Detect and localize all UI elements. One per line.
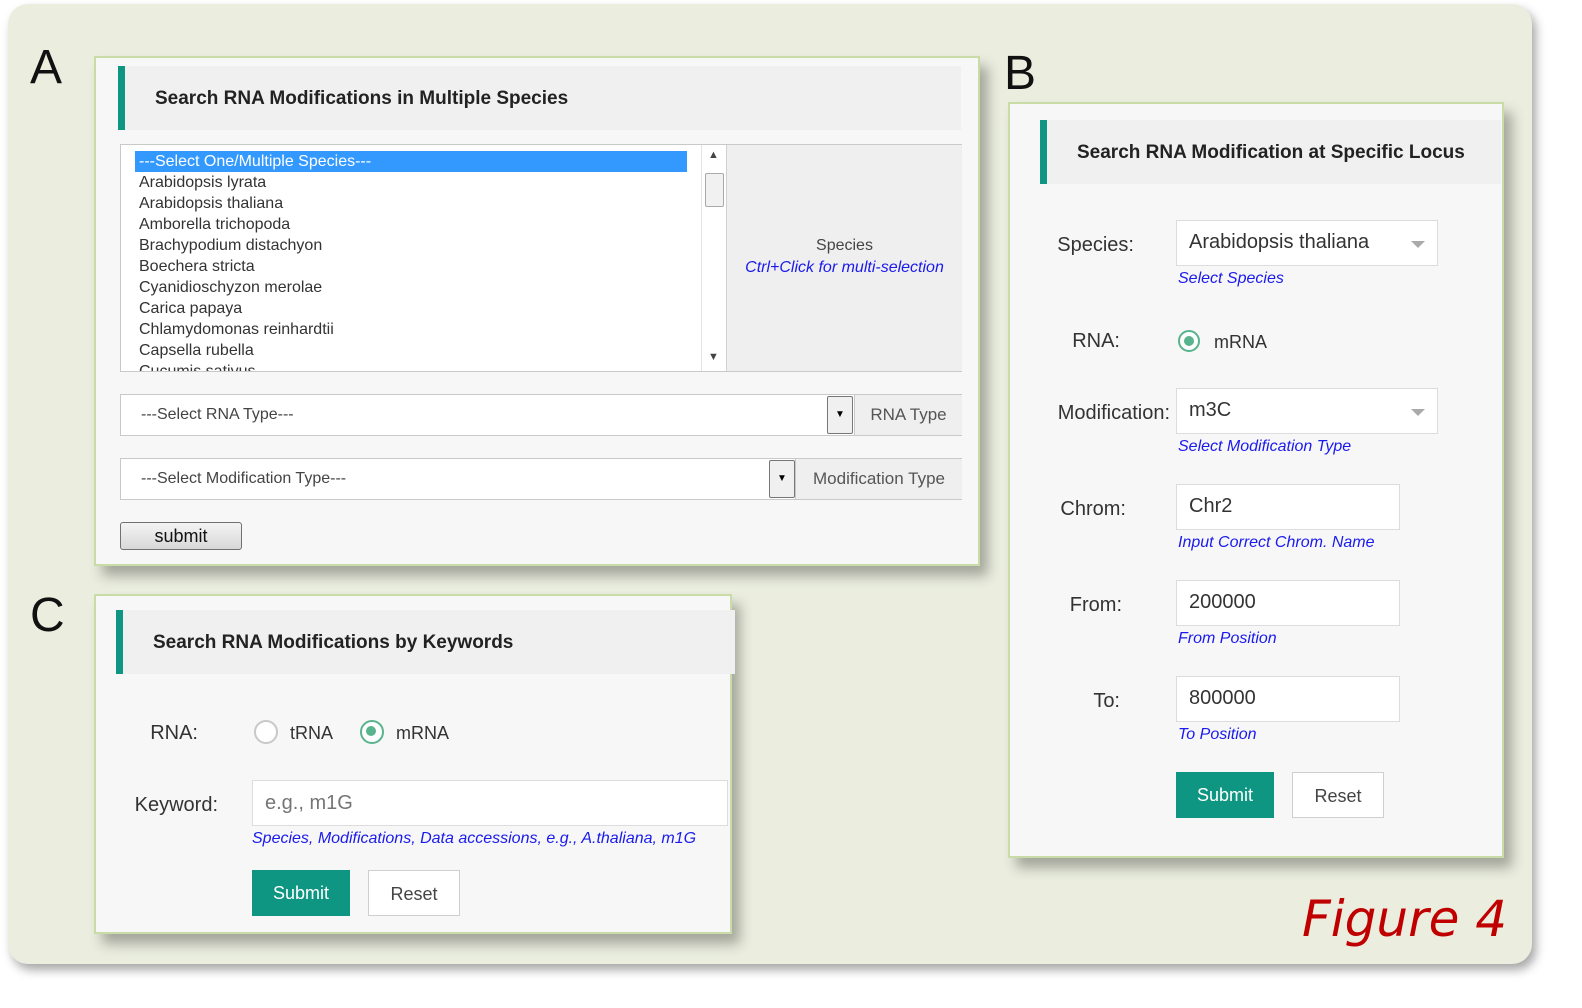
chevron-down-icon[interactable] [1411, 241, 1425, 248]
panel-a-title: Search RNA Modifications in Multiple Spe… [155, 88, 569, 109]
scroll-down-arrow-icon[interactable]: ▼ [708, 351, 719, 363]
to-input[interactable]: 800000 [1176, 676, 1400, 722]
keyword-hint: Species, Modifications, Data accessions,… [252, 830, 697, 847]
panel-c-keyword-search: Search RNA Modifications by Keywords RNA… [94, 594, 735, 934]
panel-letter-a: A [30, 41, 63, 94]
rna-label: RNA: [1072, 330, 1120, 352]
mrna-radio-label: mRNA [1214, 332, 1267, 352]
reset-button[interactable]: Reset [368, 870, 460, 916]
rna-type-value: ---Select RNA Type--- [141, 406, 294, 423]
species-select[interactable]: Arabidopsis thaliana [1176, 220, 1438, 266]
species-addon: Species Ctrl+Click for multi-selection [726, 145, 962, 371]
scroll-up-arrow-icon[interactable]: ▲ [708, 149, 719, 161]
species-option[interactable]: Arabidopsis thaliana [121, 193, 701, 214]
modification-type-addon: Modification Type [795, 459, 962, 499]
species-addon-label: Species [816, 237, 873, 254]
to-hint: To Position [1178, 726, 1257, 743]
modification-type-select[interactable]: ---Select Modification Type--- ▼ Modific… [120, 458, 962, 500]
species-option[interactable]: Amborella trichopoda [121, 214, 701, 235]
modification-select-value: m3C [1189, 399, 1232, 421]
keyword-label: Keyword: [134, 794, 218, 816]
from-label: From: [1069, 594, 1122, 616]
figure-label: Figure 4 [1302, 890, 1508, 948]
submit-button[interactable]: Submit [252, 870, 350, 916]
species-label: Species: [1057, 234, 1134, 256]
submit-button[interactable]: submit [120, 522, 242, 550]
rna-type-select[interactable]: ---Select RNA Type--- ▼ RNA Type [120, 394, 962, 436]
species-option-list[interactable]: ---Select One/Multiple Species--- Arabid… [121, 145, 701, 371]
modification-label: Modification: [1057, 402, 1170, 424]
panel-b-locus-search: Search RNA Modification at Specific Locu… [1008, 102, 1504, 858]
to-label: To: [1093, 690, 1120, 712]
panel-c-header: Search RNA Modifications by Keywords [116, 610, 735, 674]
panel-b-title: Search RNA Modification at Specific Locu… [1077, 142, 1465, 163]
chrom-hint: Input Correct Chrom. Name [1178, 534, 1375, 551]
panel-a-multi-species-search: Search RNA Modifications in Multiple Spe… [94, 56, 980, 566]
panel-letter-b: B [1004, 47, 1037, 100]
chrom-input[interactable]: Chr2 [1176, 484, 1400, 530]
submit-button[interactable]: Submit [1176, 772, 1274, 818]
species-multiselect[interactable]: ---Select One/Multiple Species--- Arabid… [120, 144, 962, 372]
from-input[interactable]: 200000 [1176, 580, 1400, 626]
modification-type-dropdown-icon[interactable]: ▼ [769, 460, 795, 498]
figure-canvas: A B C Search RNA Modifications in Multip… [8, 4, 1532, 964]
reset-button[interactable]: Reset [1292, 772, 1384, 818]
species-option[interactable]: Carica papaya [121, 298, 701, 319]
species-scrollbar[interactable]: ▲ ▼ [701, 145, 726, 371]
mrna-radio-label: mRNA [396, 723, 449, 743]
species-option-selected[interactable]: ---Select One/Multiple Species--- [135, 151, 687, 172]
species-option[interactable]: Arabidopsis lyrata [121, 172, 701, 193]
keyword-input[interactable] [252, 780, 728, 826]
modification-select[interactable]: m3C [1176, 388, 1438, 434]
species-option[interactable]: Cucumis sativus [121, 361, 701, 371]
chevron-down-icon[interactable] [1411, 409, 1425, 416]
species-option[interactable]: Chlamydomonas reinhardtii [121, 319, 701, 340]
modification-hint: Select Modification Type [1178, 438, 1352, 455]
panel-a-header: Search RNA Modifications in Multiple Spe… [118, 66, 961, 130]
species-option[interactable]: Brachypodium distachyon [121, 235, 701, 256]
rna-type-dropdown-icon[interactable]: ▼ [827, 396, 853, 434]
species-hint: Select Species [1178, 270, 1284, 287]
trna-radio[interactable] [254, 720, 278, 744]
chrom-label: Chrom: [1060, 498, 1126, 520]
trna-radio-label: tRNA [290, 723, 334, 743]
species-addon-hint: Ctrl+Click for multi-selection [745, 259, 944, 276]
species-option[interactable]: Boechera stricta [121, 256, 701, 277]
mrna-radio[interactable] [1178, 330, 1200, 352]
mrna-radio[interactable] [360, 720, 384, 744]
from-hint: From Position [1178, 630, 1277, 647]
rna-type-addon: RNA Type [854, 395, 962, 435]
panel-letter-c: C [30, 589, 65, 642]
species-option[interactable]: Capsella rubella [121, 340, 701, 361]
panel-b-header: Search RNA Modification at Specific Locu… [1040, 120, 1501, 184]
scroll-thumb[interactable] [705, 173, 724, 207]
species-option[interactable]: Cyanidioschyzon merolae [121, 277, 701, 298]
species-select-value: Arabidopsis thaliana [1189, 231, 1370, 253]
panel-c-title: Search RNA Modifications by Keywords [153, 632, 514, 653]
rna-label: RNA: [150, 722, 198, 744]
modification-type-value: ---Select Modification Type--- [141, 470, 347, 487]
